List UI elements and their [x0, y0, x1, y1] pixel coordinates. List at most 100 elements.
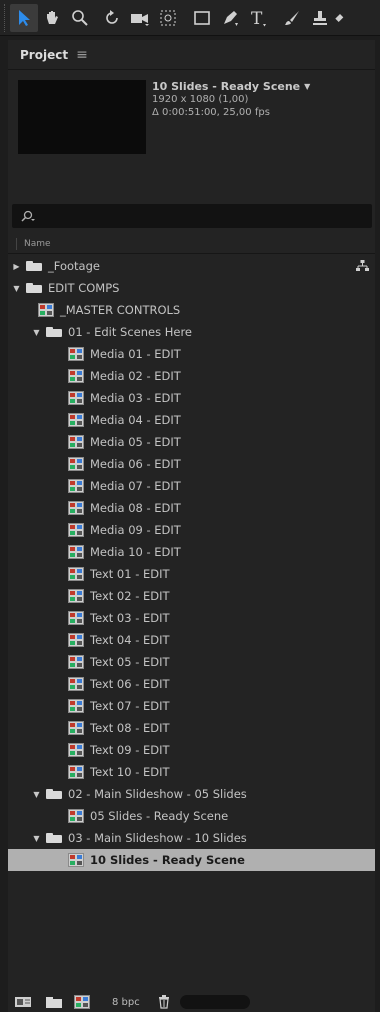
folder-icon	[26, 283, 42, 293]
comp-row[interactable]: Text 05 - EDIT	[8, 651, 375, 673]
composition-icon	[68, 721, 84, 735]
comp-name-dropdown[interactable]: 10 Slides - Ready Scene ▼	[152, 80, 310, 93]
expanded-twirl-icon[interactable]: ▼	[32, 790, 41, 799]
search-input[interactable]	[12, 204, 372, 228]
panel-title: Project	[20, 47, 69, 62]
project-panel-tab[interactable]: Project ≡	[8, 40, 375, 70]
brush-icon	[285, 10, 299, 25]
selection-tool-button[interactable]	[10, 3, 38, 32]
item-label: Media 01 - EDIT	[90, 347, 181, 361]
comp-row[interactable]: Text 07 - EDIT	[8, 695, 375, 717]
folder-row[interactable]: ▼ EDIT COMPS	[8, 277, 375, 299]
comp-row[interactable]: Media 01 - EDIT	[8, 343, 375, 365]
tools-toolbar: T	[0, 0, 380, 36]
project-tree: ▶ _Footage ▼ EDIT COMPS _MASTER CONTROLS ▼ 01 …	[8, 255, 375, 871]
comp-row[interactable]: 05 Slides - Ready Scene	[8, 805, 375, 827]
pan-behind-tool-button[interactable]	[154, 4, 182, 32]
folder-row[interactable]: ▼ 02 - Main Slideshow - 05 Slides	[8, 783, 375, 805]
new-folder-button[interactable]	[44, 993, 64, 1011]
comp-row[interactable]: Media 06 - EDIT	[8, 453, 375, 475]
pen-icon	[224, 10, 238, 26]
comp-row[interactable]: Media 07 - EDIT	[8, 475, 375, 497]
composition-icon	[68, 743, 84, 757]
item-label: Text 10 - EDIT	[90, 765, 170, 779]
comp-row[interactable]: Media 09 - EDIT	[8, 519, 375, 541]
comp-row[interactable]: 10 Slides - Ready Scene	[8, 849, 375, 871]
zoom-tool-button[interactable]	[66, 4, 94, 32]
panel-menu-icon[interactable]: ≡	[76, 47, 88, 63]
comp-row[interactable]: Text 10 - EDIT	[8, 761, 375, 783]
new-composition-button[interactable]	[72, 993, 92, 1011]
pen-tool-button[interactable]	[216, 4, 244, 32]
comp-name: 10 Slides - Ready Scene	[152, 80, 301, 93]
horizontal-scrollbar[interactable]	[179, 995, 250, 1009]
composition-icon	[68, 523, 84, 537]
comp-row[interactable]: Text 06 - EDIT	[8, 673, 375, 695]
comp-row[interactable]: Media 05 - EDIT	[8, 431, 375, 453]
column-divider[interactable]	[16, 237, 17, 250]
folder-row[interactable]: ▶ _Footage	[8, 255, 375, 277]
camera-icon	[131, 13, 149, 26]
clone-stamp-tool-button[interactable]	[306, 4, 334, 32]
comp-row[interactable]: Text 03 - EDIT	[8, 607, 375, 629]
composition-icon	[68, 567, 84, 581]
comp-row[interactable]: Text 09 - EDIT	[8, 739, 375, 761]
composition-icon	[68, 435, 84, 449]
composition-icon	[68, 501, 84, 515]
composition-icon	[68, 655, 84, 669]
rectangle-tool-button[interactable]	[188, 4, 216, 32]
comp-row[interactable]: Media 08 - EDIT	[8, 497, 375, 519]
composition-icon	[68, 677, 84, 691]
item-label: 10 Slides - Ready Scene	[90, 853, 245, 867]
folder-icon	[46, 997, 62, 1008]
comp-row[interactable]: Media 02 - EDIT	[8, 365, 375, 387]
item-label: Text 03 - EDIT	[90, 611, 170, 625]
name-column-header[interactable]: Name	[24, 239, 51, 249]
collapsed-twirl-icon[interactable]: ▶	[12, 262, 21, 271]
item-label: Media 04 - EDIT	[90, 413, 181, 427]
interpret-footage-button[interactable]	[12, 993, 34, 1011]
brush-tool-button[interactable]	[278, 4, 306, 32]
folder-row[interactable]: ▼ 01 - Edit Scenes Here	[8, 321, 375, 343]
comp-row[interactable]: Media 04 - EDIT	[8, 409, 375, 431]
flowchart-icon[interactable]	[356, 260, 369, 272]
composition-icon	[68, 413, 84, 427]
composition-icon	[68, 809, 84, 823]
dropdown-arrow-icon: ▼	[304, 82, 311, 91]
expanded-twirl-icon[interactable]: ▼	[32, 834, 41, 843]
svg-text:T: T	[251, 9, 263, 27]
comp-row[interactable]: Text 02 - EDIT	[8, 585, 375, 607]
item-label: 01 - Edit Scenes Here	[68, 325, 193, 339]
comp-row[interactable]: Text 08 - EDIT	[8, 717, 375, 739]
composition-icon	[68, 391, 84, 405]
folder-row[interactable]: ▼ 03 - Main Slideshow - 10 Slides	[8, 827, 375, 849]
hand-tool-button[interactable]	[38, 4, 66, 32]
composition-icon	[68, 589, 84, 603]
bit-depth-button[interactable]: 8 bpc	[106, 993, 146, 1011]
expanded-twirl-icon[interactable]: ▼	[12, 284, 21, 293]
item-label: Media 10 - EDIT	[90, 545, 181, 559]
delete-button[interactable]	[156, 993, 172, 1011]
search-icon	[21, 210, 35, 222]
rotation-tool-button[interactable]	[98, 4, 126, 32]
comp-row[interactable]: _MASTER CONTROLS	[8, 299, 375, 321]
camera-tool-button[interactable]	[126, 4, 154, 32]
item-label: Media 03 - EDIT	[90, 391, 181, 405]
item-label: EDIT COMPS	[48, 281, 120, 295]
selection-arrow-icon	[19, 9, 30, 26]
expanded-twirl-icon[interactable]: ▼	[32, 328, 41, 337]
zoom-icon	[72, 9, 88, 26]
eraser-tool-button[interactable]	[334, 4, 346, 32]
type-tool-button[interactable]: T	[244, 4, 272, 32]
comp-row[interactable]: Text 04 - EDIT	[8, 629, 375, 651]
item-label: Text 06 - EDIT	[90, 677, 170, 691]
item-label: Text 01 - EDIT	[90, 567, 170, 581]
composition-icon	[68, 699, 84, 713]
item-label: Media 02 - EDIT	[90, 369, 181, 383]
comp-row[interactable]: Text 01 - EDIT	[8, 563, 375, 585]
composition-icon	[68, 853, 84, 867]
item-label: Text 08 - EDIT	[90, 721, 170, 735]
comp-row[interactable]: Media 03 - EDIT	[8, 387, 375, 409]
comp-row[interactable]: Media 10 - EDIT	[8, 541, 375, 563]
item-label: 03 - Main Slideshow - 10 Slides	[68, 831, 247, 845]
